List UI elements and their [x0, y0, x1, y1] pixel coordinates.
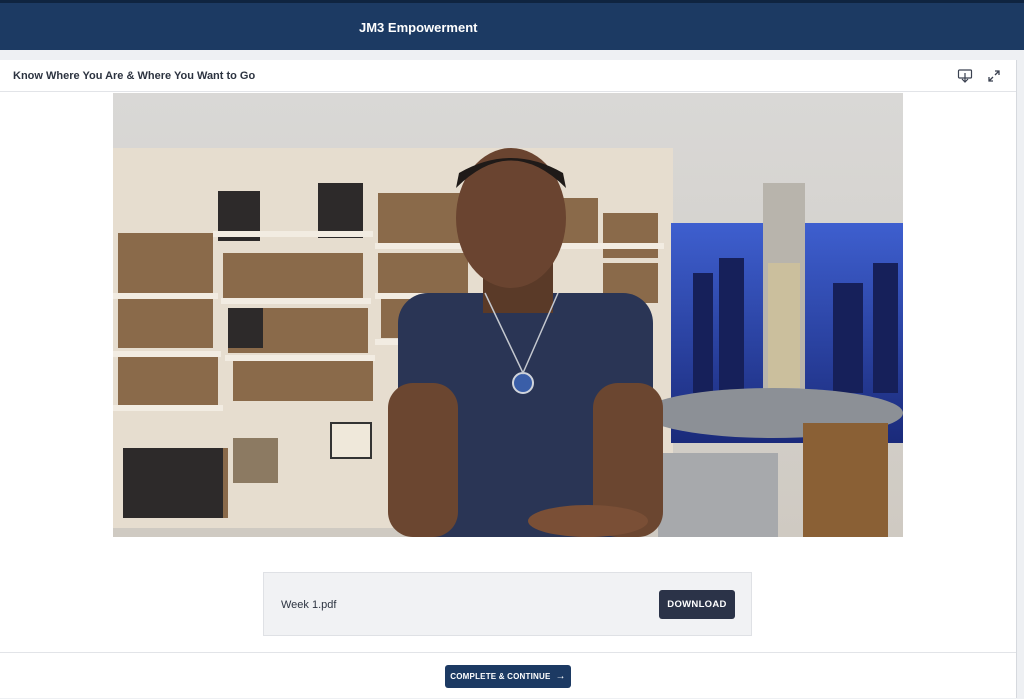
- download-icon[interactable]: [955, 66, 975, 86]
- lesson-footer: COMPLETE & CONTINUE →: [0, 652, 1016, 699]
- video-player[interactable]: [113, 93, 903, 537]
- attachment-panel: Week 1.pdf DOWNLOAD: [263, 572, 752, 636]
- file-name: Week 1.pdf: [281, 599, 337, 611]
- brand-title: JM3 Empowerment: [359, 20, 478, 35]
- arrow-right-icon: →: [555, 671, 566, 682]
- download-button[interactable]: DOWNLOAD: [659, 590, 735, 619]
- lesson-header: Know Where You Are & Where You Want to G…: [0, 60, 1016, 92]
- expand-icon[interactable]: [984, 66, 1004, 86]
- lesson-card: Know Where You Are & Where You Want to G…: [0, 60, 1017, 698]
- top-bar: JM3 Empowerment: [0, 0, 1024, 50]
- complete-continue-label: COMPLETE & CONTINUE: [450, 672, 551, 681]
- complete-continue-button[interactable]: COMPLETE & CONTINUE →: [445, 665, 571, 688]
- lesson-title: Know Where You Are & Where You Want to G…: [13, 70, 256, 82]
